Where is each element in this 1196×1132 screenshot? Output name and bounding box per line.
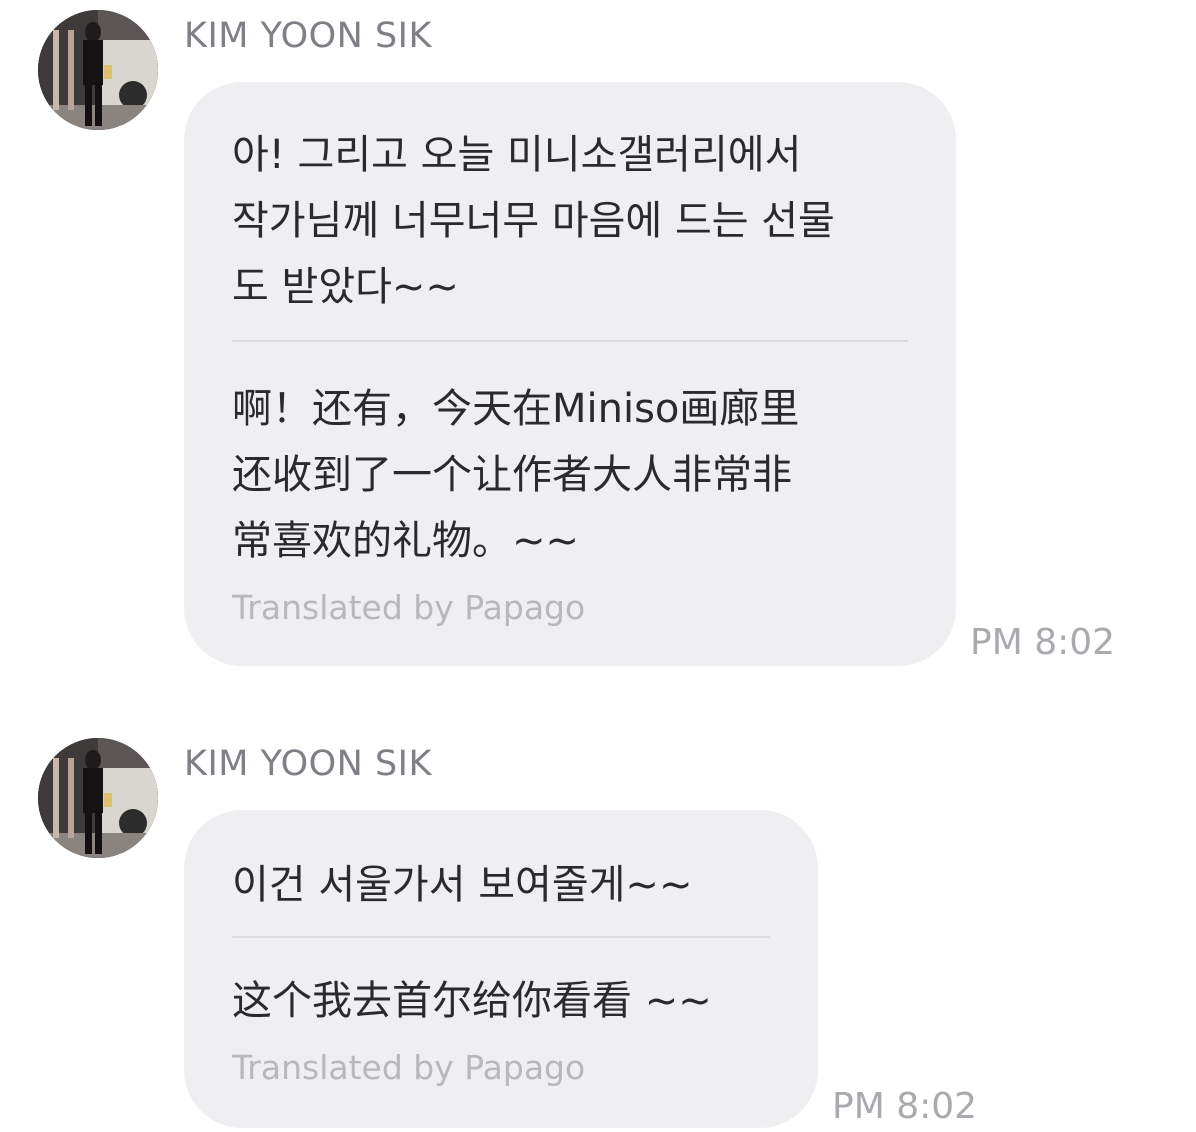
message-bubble[interactable]: 아! 그리고 오늘 미니소갤러리에서 작가님께 너무너무 마음에 드는 선물 도… — [184, 82, 956, 666]
translated-by-label: Translated by Papago — [232, 1048, 586, 1087]
translation-text: 啊！还有，今天在Miniso画廊里 还收到了一个让作者大人非常非 常喜欢的礼物。… — [232, 386, 800, 564]
message-text: 이건 서울가서 보여줄게~~ — [232, 862, 693, 908]
sender-name: KIM YOON SIK — [184, 16, 432, 56]
avatar[interactable] — [38, 738, 158, 858]
message-text: 아! 그리고 오늘 미니소갤러리에서 작가님께 너무너무 마음에 드는 선물 도… — [232, 132, 835, 310]
translation-divider — [232, 936, 770, 938]
message-time: PM 8:02 — [832, 1086, 978, 1127]
profile-photo-icon — [38, 10, 158, 130]
translation-divider — [232, 340, 908, 342]
translated-by-label: Translated by Papago — [232, 588, 586, 627]
message-time: PM 8:02 — [970, 622, 1116, 663]
sender-name: KIM YOON SIK — [184, 744, 432, 784]
message-bubble[interactable]: 이건 서울가서 보여줄게~~ 这个我去首尔给你看看 ~~ Translated … — [184, 810, 818, 1128]
profile-photo-icon — [38, 738, 158, 858]
avatar[interactable] — [38, 10, 158, 130]
translation-text: 这个我去首尔给你看看 ~~ — [232, 978, 712, 1024]
